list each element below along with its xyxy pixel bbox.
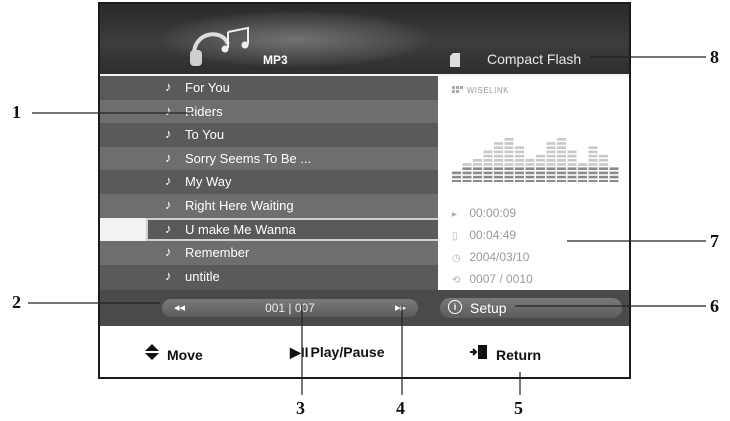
callout-4: 4 bbox=[396, 398, 405, 418]
callout-1: 1 bbox=[12, 102, 21, 122]
callout-2: 2 bbox=[12, 292, 21, 312]
callout-lines bbox=[28, 56, 706, 395]
callout-8: 8 bbox=[710, 47, 719, 67]
callout-3: 3 bbox=[296, 398, 305, 418]
callout-5: 5 bbox=[514, 398, 523, 418]
callout-6: 6 bbox=[710, 296, 719, 316]
callout-7: 7 bbox=[710, 231, 719, 251]
